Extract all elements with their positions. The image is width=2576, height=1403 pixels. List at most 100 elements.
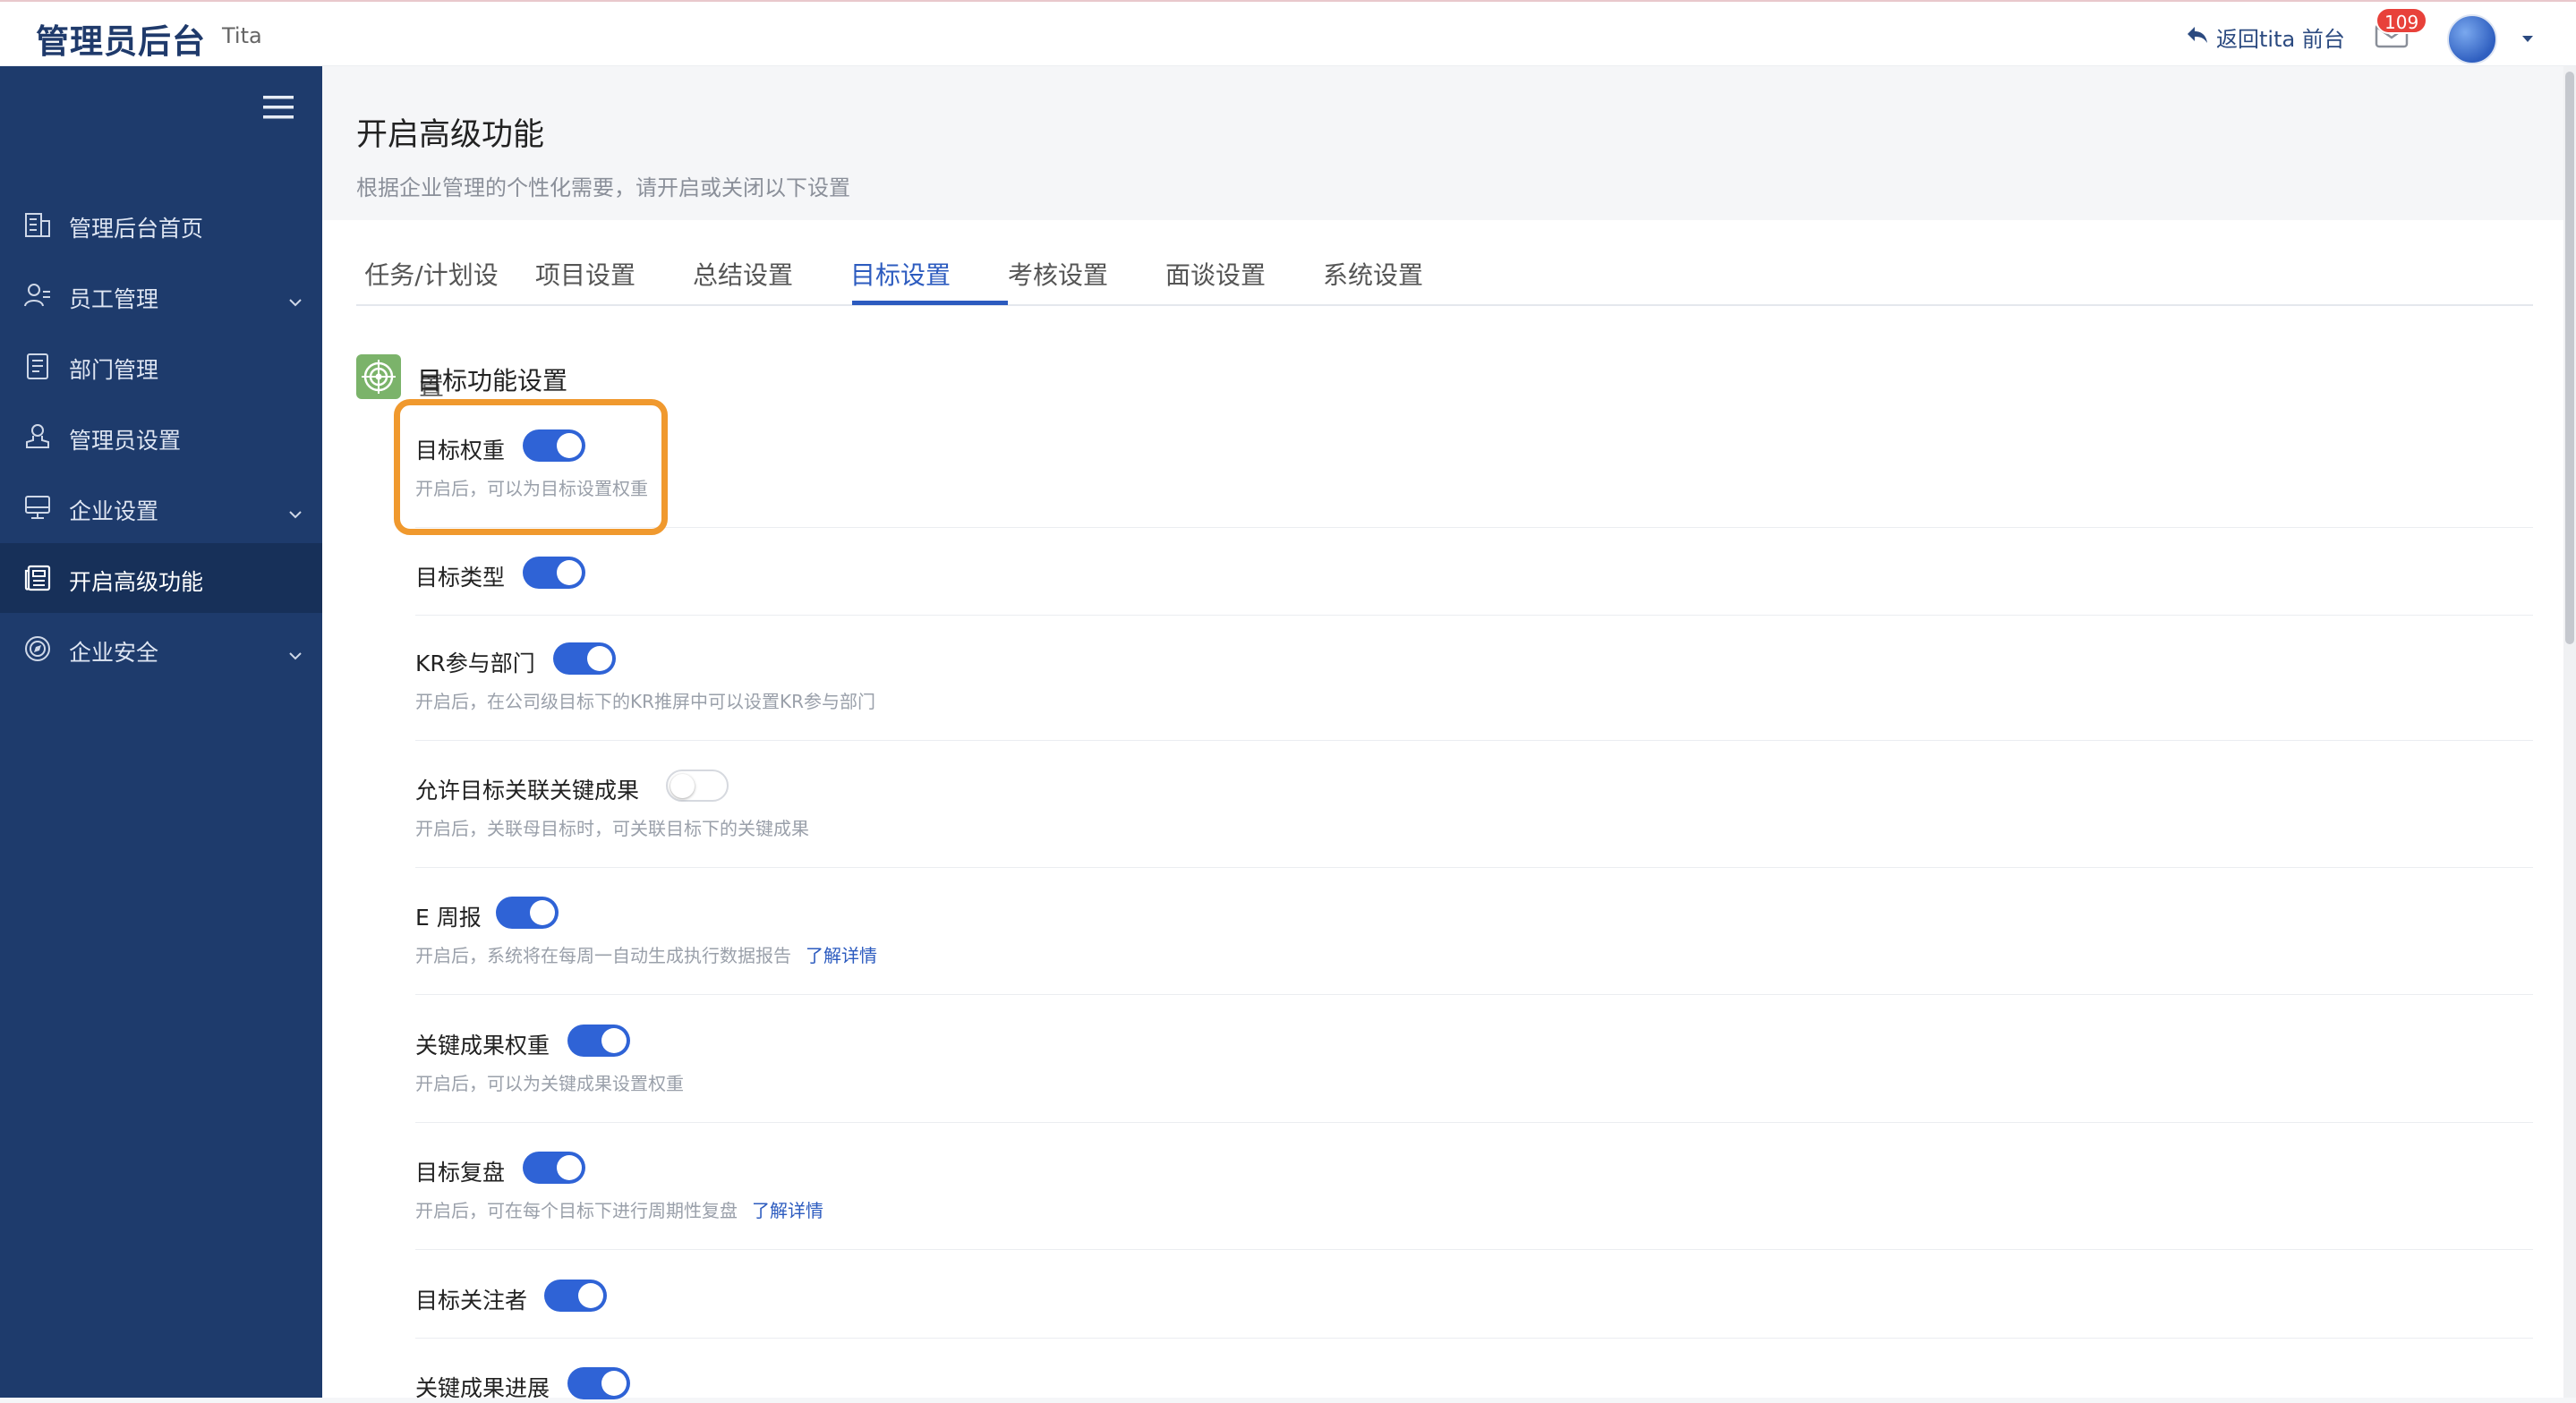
sidebar-item-label: 企业设置 (69, 498, 159, 524)
tab-system[interactable]: 系统设置 (1316, 220, 1430, 306)
setting-link-key-results: 允许目标关联关键成果 开启后，关联母目标时，可关联目标下的关键成果 (415, 770, 2533, 868)
page-title: 开启高级功能 (356, 117, 545, 153)
toggle-knob (557, 560, 582, 585)
setting-description: 开启后，关联母目标时，可关联目标下的关键成果 (415, 818, 809, 839)
sidebar-item-label: 管理后台首页 (69, 216, 204, 242)
setting-e-weekly: E 周报 开启后，系统将在每周一自动生成执行数据报告 了解详情 (415, 897, 2533, 995)
document-icon (23, 352, 52, 380)
kr-progress-toggle[interactable] (567, 1367, 630, 1399)
sidebar-item-employees[interactable]: 员工管理 (0, 260, 322, 330)
admin-stamp-icon (23, 422, 52, 451)
app-subtitle: Tita (222, 23, 262, 48)
sidebar-item-label: 开启高级功能 (69, 569, 204, 595)
newspaper-icon (23, 564, 52, 592)
settings-tabs: 任务/计划设置 项目设置 总结设置 目标设置 考核设置 面谈设置 系统设置 (356, 220, 2533, 401)
scrollbar-thumb[interactable] (2565, 72, 2574, 644)
goal-type-toggle[interactable] (523, 557, 585, 589)
page-header: 开启高级功能 根据企业管理的个性化需要，请开启或关闭以下设置 (322, 66, 2569, 220)
back-link-label: 返回tita 前台 (2216, 27, 2345, 52)
setting-name: 关键成果权重 (415, 1033, 550, 1059)
setting-description: 开启后，可以为关键成果设置权重 (415, 1073, 684, 1094)
setting-goal-weight: 目标权重 开启后，可以为目标设置权重 (415, 429, 2533, 528)
setting-goal-retrospective: 目标复盘 开启后，可在每个目标下进行周期性复盘 了解详情 (415, 1152, 2533, 1250)
setting-goal-followers: 目标关注者 (415, 1280, 2533, 1339)
setting-description: 开启后，在公司级目标下的KR推屏中可以设置KR参与部门 (415, 691, 876, 712)
sidebar-item-label: 企业安全 (69, 640, 159, 666)
sidebar-item-home[interactable]: 管理后台首页 (0, 190, 322, 259)
link-key-results-toggle[interactable] (666, 770, 729, 802)
setting-description: 开启后，可在每个目标下进行周期性复盘 (415, 1200, 738, 1221)
kr-weight-toggle[interactable] (567, 1025, 630, 1057)
building-icon (23, 210, 52, 239)
back-to-frontend-link[interactable]: 返回tita 前台 (2186, 21, 2345, 53)
reply-arrow-icon (2186, 25, 2209, 50)
tab-task-plan[interactable]: 任务/计划设置 (356, 220, 507, 401)
sidebar-item-security[interactable]: 企业安全 (0, 614, 322, 684)
top-bar: 管理员后台 Tita 返回tita 前台 109 (0, 0, 2576, 66)
avatar[interactable] (2447, 14, 2497, 64)
sidebar-item-label: 员工管理 (69, 286, 159, 312)
section-title: 目标功能设置 (417, 366, 568, 395)
setting-description-line: 开启后，可在每个目标下进行周期性复盘 了解详情 (415, 1196, 823, 1222)
sidebar-item-label: 部门管理 (69, 357, 159, 383)
sidebar-item-advanced-features[interactable]: 开启高级功能 (0, 543, 322, 613)
setting-name: 目标复盘 (415, 1160, 506, 1186)
learn-more-link[interactable]: 了解详情 (752, 1200, 823, 1221)
goal-followers-toggle[interactable] (544, 1280, 607, 1312)
sidebar-item-departments[interactable]: 部门管理 (0, 331, 322, 401)
setting-name: 允许目标关联关键成果 (415, 778, 640, 804)
toggle-knob (601, 1371, 627, 1396)
row-divider (415, 1249, 2533, 1250)
tab-interview[interactable]: 面谈设置 (1158, 220, 1273, 306)
setting-name: 目标类型 (415, 565, 506, 591)
setting-name: KR参与部门 (415, 650, 535, 676)
row-divider (415, 615, 2533, 616)
menu-toggle-icon[interactable] (263, 95, 294, 123)
row-divider (415, 1338, 2533, 1339)
toggle-knob (587, 646, 612, 671)
setting-name: 关键成果进展 (415, 1375, 550, 1401)
setting-description: 开启后，系统将在每周一自动生成执行数据报告 (415, 945, 791, 966)
row-divider (415, 867, 2533, 868)
sidebar-item-enterprise-settings[interactable]: 企业设置 (0, 472, 322, 542)
e-weekly-toggle[interactable] (496, 897, 559, 929)
chevron-down-icon (288, 287, 303, 313)
toggle-knob (670, 774, 695, 798)
toggle-knob (530, 900, 555, 925)
kr-departments-toggle[interactable] (553, 642, 616, 675)
monitor-icon (23, 493, 52, 522)
tab-summary[interactable]: 总结设置 (686, 220, 800, 306)
compass-icon (23, 634, 52, 663)
toggle-knob (557, 1155, 582, 1180)
highlight-box (394, 399, 668, 535)
row-divider (415, 740, 2533, 741)
learn-more-link[interactable]: 了解详情 (806, 945, 877, 966)
sidebar: 管理后台首页 员工管理 部门管理 管理员设置 企业设置 开启高级功能 企业安全 (0, 66, 322, 1398)
row-divider (415, 527, 2533, 528)
setting-name: 目标关注者 (415, 1288, 528, 1314)
setting-name: E 周报 (415, 905, 482, 931)
chevron-down-icon (288, 641, 303, 667)
notification-badge: 109 (2376, 7, 2428, 34)
sidebar-item-admin-settings[interactable]: 管理员设置 (0, 402, 322, 472)
tab-project[interactable]: 项目设置 (528, 220, 643, 306)
tab-goal[interactable]: 目标设置 (843, 220, 958, 306)
users-icon (23, 281, 52, 310)
toggle-knob (578, 1283, 603, 1308)
chevron-down-icon (288, 499, 303, 525)
setting-kr-progress: 关键成果进展 (415, 1367, 2533, 1401)
setting-kr-weight: 关键成果权重 开启后，可以为关键成果设置权重 (415, 1025, 2533, 1123)
row-divider (415, 1122, 2533, 1123)
setting-kr-departments: KR参与部门 开启后，在公司级目标下的KR推屏中可以设置KR参与部门 (415, 642, 2533, 741)
sidebar-item-label: 管理员设置 (69, 428, 182, 454)
app-title: 管理员后台 (36, 22, 206, 61)
page-description: 根据企业管理的个性化需要，请开启或关闭以下设置 (356, 175, 850, 200)
content-panel: 任务/计划设置 项目设置 总结设置 目标设置 考核设置 面谈设置 系统设置 目标… (322, 220, 2569, 1401)
setting-goal-type: 目标类型 (415, 557, 2533, 616)
target-icon (356, 354, 401, 399)
toggle-knob (601, 1028, 627, 1053)
row-divider (415, 994, 2533, 995)
tab-review[interactable]: 考核设置 (1001, 220, 1115, 306)
goal-retrospective-toggle[interactable] (523, 1152, 585, 1184)
caret-down-icon[interactable] (2521, 30, 2535, 47)
